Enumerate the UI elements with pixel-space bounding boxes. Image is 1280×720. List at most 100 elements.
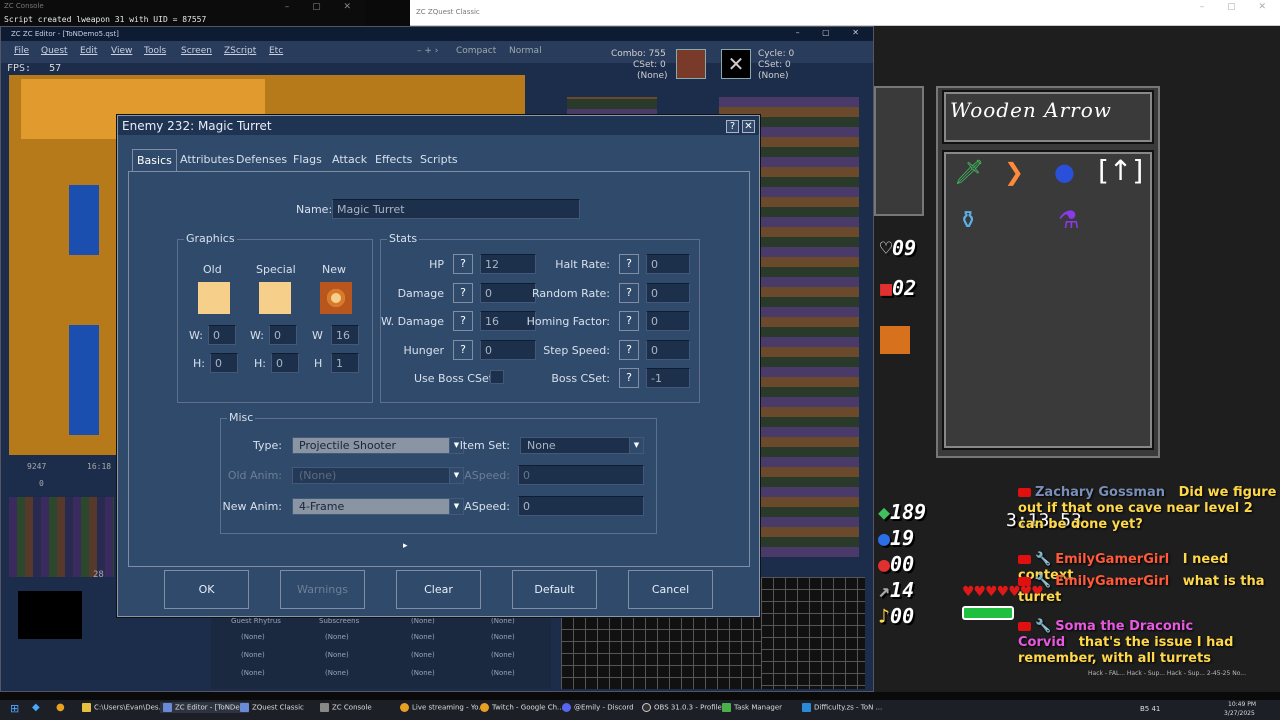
pinned-app-icon[interactable]: ◆: [32, 702, 40, 713]
clear-button[interactable]: Clear: [396, 570, 481, 609]
halt-rate-input[interactable]: 0: [646, 254, 690, 274]
menu-zscript[interactable]: ZScript: [224, 46, 256, 56]
cycle-preview-icon[interactable]: ✕: [721, 49, 751, 79]
taskbar-item-vscode[interactable]: Difficulty.zs - ToN ...: [802, 703, 882, 712]
damage-help-button[interactable]: ?: [453, 283, 473, 303]
old-graphic-swatch[interactable]: [198, 282, 230, 314]
chrome-pinned-icon[interactable]: ●: [56, 702, 65, 713]
old-h-label: H:: [193, 357, 205, 370]
cancel-button[interactable]: Cancel: [628, 570, 713, 609]
taskbar-item-youtube[interactable]: Live streaming - Yo...: [400, 703, 485, 712]
new-w-input[interactable]: 16: [331, 325, 359, 345]
tab-defenses[interactable]: Defenses: [232, 149, 291, 171]
boss-cset-help-button[interactable]: ?: [619, 368, 639, 388]
taskbar-item-zc-editor[interactable]: ZC Editor - [ToNDe...: [160, 702, 250, 713]
combo-grid[interactable]: [761, 577, 865, 689]
taskbar-item-task-manager[interactable]: Task Manager: [722, 703, 782, 712]
clock-date[interactable]: 3/27/2025: [1224, 710, 1255, 717]
homing-factor-help-button[interactable]: ?: [619, 311, 639, 331]
alias-grid[interactable]: [561, 617, 761, 689]
random-rate-input[interactable]: 0: [646, 283, 690, 303]
combo-preview[interactable]: [676, 49, 706, 79]
clock-time[interactable]: 10:49 PM: [1228, 701, 1256, 708]
halt-rate-help-button[interactable]: ?: [619, 254, 639, 274]
aspeed-new-input[interactable]: 0: [518, 496, 644, 516]
old-w-input[interactable]: 0: [208, 325, 236, 345]
special-graphic-swatch[interactable]: [259, 282, 291, 314]
old-w-label: W:: [189, 329, 203, 342]
menu-edit[interactable]: Edit: [80, 46, 97, 56]
tab-basics[interactable]: Basics: [132, 149, 177, 171]
taskbar-item-obs[interactable]: OBS 31.0.3 - Profile...: [642, 703, 729, 712]
tab-attack[interactable]: Attack: [328, 149, 371, 171]
menu-quest[interactable]: Quest: [41, 46, 68, 56]
tab-flags[interactable]: Flags: [289, 149, 326, 171]
menu-view[interactable]: View: [111, 46, 132, 56]
new-graphic-turret-icon[interactable]: [320, 282, 352, 314]
tab-effects[interactable]: Effects: [371, 149, 416, 171]
dialog-close-button[interactable]: ✕: [742, 120, 755, 133]
type-dropdown[interactable]: Projectile Shooter ▼: [292, 437, 464, 454]
console-window: ZC Console Script created lweapon 31 wit…: [0, 0, 365, 28]
windows-start-icon[interactable]: ⊞: [10, 702, 19, 715]
coords-left: 9247: [27, 462, 47, 471]
taskbar-item-console[interactable]: ZC Console: [320, 703, 372, 712]
name-input[interactable]: Magic Turret: [332, 199, 580, 219]
taskbar-item-discord[interactable]: @Emily - Discord: [562, 703, 634, 712]
graphics-group-title: Graphics: [184, 232, 237, 245]
menu-etc[interactable]: Etc: [269, 46, 283, 56]
enemy-editor-dialog: Enemy 232: Magic Turret ? ✕ Basics Attri…: [117, 115, 760, 617]
taskbar-item-twitch[interactable]: Twitch - Google Ch...: [480, 703, 564, 712]
wdamage-help-button[interactable]: ?: [453, 311, 473, 331]
editor-window-buttons[interactable]: – ▢ ✕: [796, 28, 869, 37]
menu-screen[interactable]: Screen: [181, 46, 212, 56]
tray-status: B5 41: [1140, 705, 1161, 713]
new-h-input[interactable]: 1: [331, 353, 359, 373]
tile-page-number: 28: [93, 570, 104, 580]
random-rate-help-button[interactable]: ?: [619, 283, 639, 303]
console-title: ZC Console: [4, 2, 44, 10]
special-label: Special: [256, 263, 296, 276]
tab-scripts[interactable]: Scripts: [416, 149, 462, 171]
homing-factor-input[interactable]: 0: [646, 311, 690, 331]
new-anim-label: New Anim:: [222, 500, 282, 513]
chat-message: Zachary Gossman Did we figure out if tha…: [1018, 485, 1277, 532]
youtube-icon: [1018, 622, 1031, 631]
editor-title: ZC ZC Editor - [ToNDemo5.qst]: [1, 27, 873, 41]
old-h-input[interactable]: 0: [210, 353, 238, 373]
name-label: Name:: [296, 203, 333, 216]
item-set-dropdown[interactable]: None ▼: [520, 437, 644, 454]
tab-attributes[interactable]: Attributes: [176, 149, 238, 171]
ok-button[interactable]: OK: [164, 570, 249, 609]
new-anim-dropdown[interactable]: 4-Frame ▼: [292, 498, 464, 515]
taskbar-item-explorer[interactable]: C:\Users\Evan\Des...: [82, 703, 165, 712]
console-window-buttons[interactable]: – ▢ ✕: [285, 2, 361, 12]
inventory-box: 🗡 ❯ ● [↑] ⚱ ⚗: [942, 150, 1154, 450]
boss-cset-input[interactable]: -1: [646, 368, 690, 388]
step-speed-input[interactable]: 0: [646, 340, 690, 360]
special-h-input[interactable]: 0: [271, 353, 299, 373]
normal-button[interactable]: Normal: [509, 46, 542, 56]
dialog-help-button[interactable]: ?: [726, 120, 739, 133]
wrench-icon: 🔧: [1035, 619, 1052, 634]
menu-tools[interactable]: Tools: [144, 46, 166, 56]
new-h-label: H: [314, 357, 323, 370]
warnings-button: Warnings: [280, 570, 365, 609]
magic-meter: [962, 606, 1014, 620]
toolbar-arrows[interactable]: – + ›: [417, 46, 438, 56]
tile-palette[interactable]: [9, 497, 114, 577]
default-button[interactable]: Default: [512, 570, 597, 609]
special-w-label: W:: [250, 329, 264, 342]
compact-button[interactable]: Compact: [456, 46, 496, 56]
step-speed-help-button[interactable]: ?: [619, 340, 639, 360]
hp-help-button[interactable]: ?: [453, 254, 473, 274]
taskbar-item-zquest[interactable]: ZQuest Classic: [240, 703, 304, 712]
use-boss-cset-checkbox[interactable]: [490, 370, 504, 384]
special-w-input[interactable]: 0: [269, 325, 297, 345]
menu-file[interactable]: File: [14, 46, 29, 56]
aspeed-old-label: ASpeed:: [464, 469, 510, 482]
youtube-icon: [1018, 577, 1031, 586]
hp-label: HP: [429, 258, 444, 271]
hunger-help-button[interactable]: ?: [453, 340, 473, 360]
zqc-window-buttons[interactable]: – ▢ ✕: [1200, 2, 1276, 12]
